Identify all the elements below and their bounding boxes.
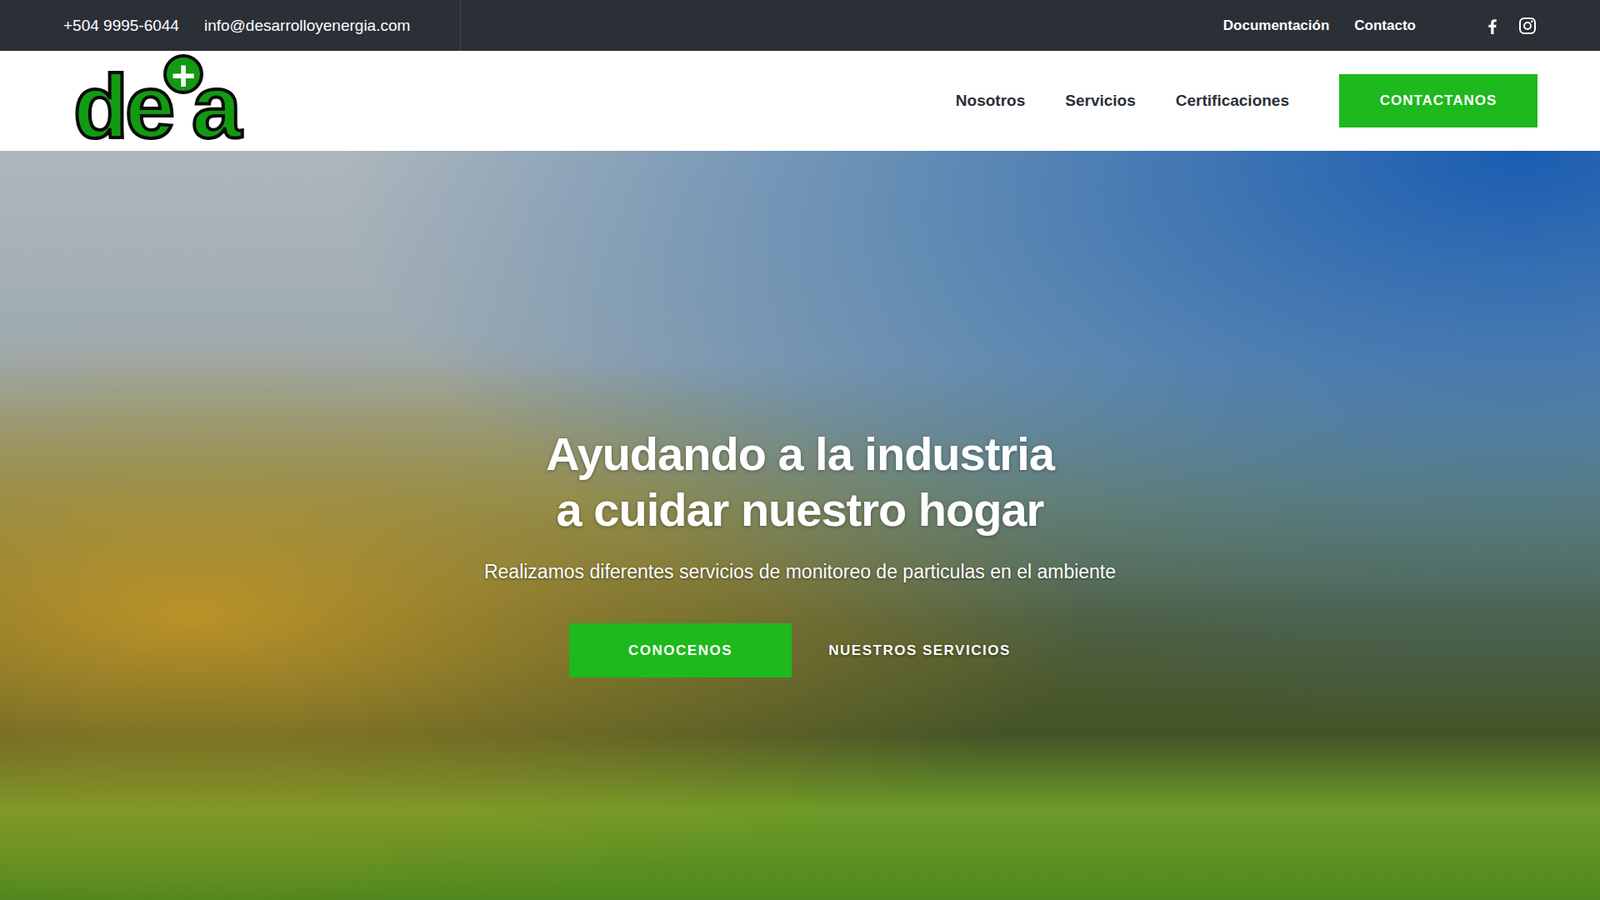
main-header: de + a Nosotros Servicios Certificaciones …: [0, 50, 1600, 151]
page: +504 9995-6044 info@desarrolloyenergia.c…: [0, 0, 1600, 900]
hero-content: Ayudando a la industriaa cuidar nuestro …: [0, 150, 1600, 678]
hero-title-line: a cuidar nuestro hogar: [556, 481, 1045, 538]
nav-item[interactable]: Certificaciones: [1175, 91, 1290, 110]
social-links: [1482, 15, 1538, 36]
nav-item[interactable]: Servicios: [1065, 91, 1136, 110]
contact-info: +504 9995-6044 info@desarrolloyenergia.c…: [63, 0, 461, 51]
logo-plus-icon: +: [163, 54, 204, 95]
main-nav: Nosotros Servicios Certificaciones CONTACT…: [955, 74, 1538, 128]
contact-button[interactable]: CONTACTANOS: [1339, 74, 1538, 128]
top-link[interactable]: Contacto: [1354, 17, 1416, 35]
logo-text: de: [73, 70, 172, 143]
top-link[interactable]: Documentación: [1223, 17, 1330, 35]
top-bar: +504 9995-6044 info@desarrolloyenergia.c…: [0, 0, 1600, 51]
email-link[interactable]: info@desarrolloyenergia.com: [204, 16, 410, 35]
hero-button[interactable]: CONOCENOS: [569, 623, 792, 678]
instagram-icon[interactable]: [1517, 15, 1538, 36]
nav-item[interactable]: Nosotros: [955, 91, 1025, 110]
facebook-icon[interactable]: [1482, 15, 1503, 36]
top-links: Documentación Contacto: [1223, 15, 1538, 36]
hero-buttons: CONOCENOS NUESTROS SERVICIOS: [569, 623, 1031, 678]
hero-title-line: Ayudando a la industria: [545, 425, 1055, 482]
hero-section: Ayudando a la industriaa cuidar nuestro …: [0, 150, 1600, 900]
hero-button[interactable]: NUESTROS SERVICIOS: [808, 623, 1031, 678]
logo[interactable]: de + a: [73, 59, 239, 143]
hero-title: Ayudando a la industriaa cuidar nuestro …: [545, 425, 1055, 538]
hero-subtitle: Realizamos diferentes servicios de monit…: [484, 560, 1116, 584]
phone-link[interactable]: +504 9995-6044: [63, 16, 180, 35]
